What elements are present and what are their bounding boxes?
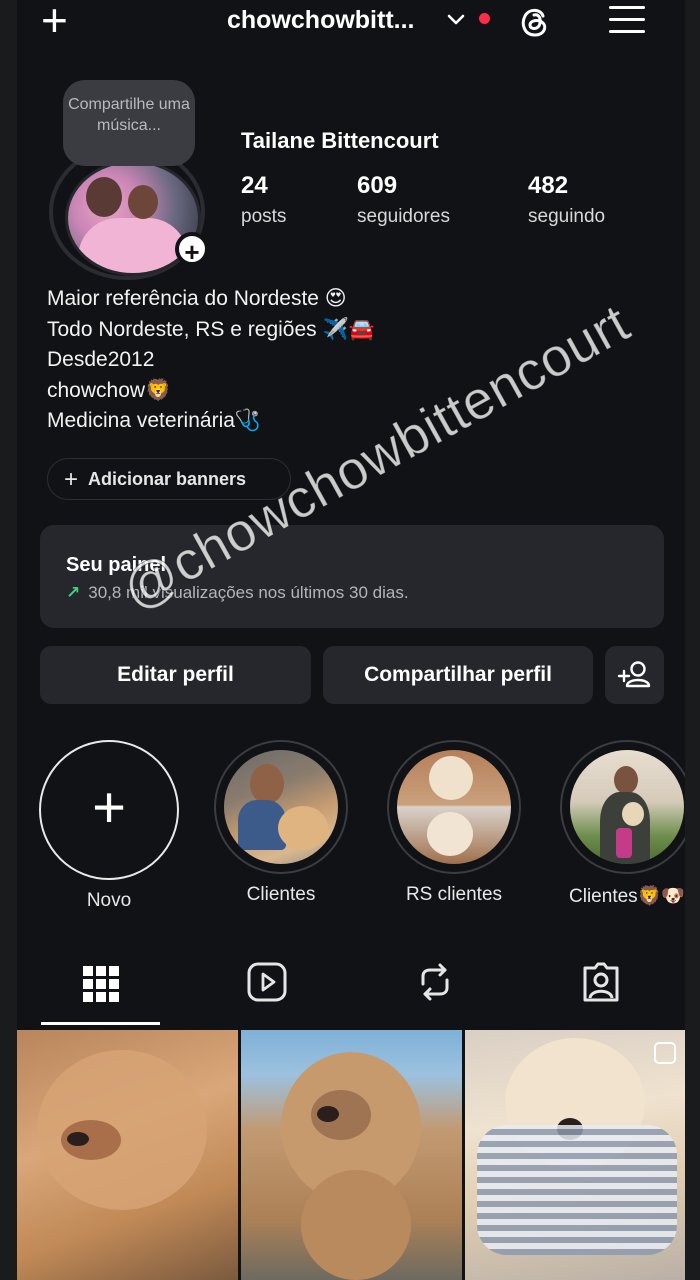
username-switcher[interactable]: chowchowbitt... xyxy=(227,6,415,35)
stat-followers-value: 609 xyxy=(357,172,398,199)
stat-followers-label: seguidores xyxy=(357,206,450,227)
chevron-down-icon[interactable] xyxy=(445,8,467,36)
stat-following-value: 482 xyxy=(528,172,569,199)
bio: Maior referência do Nordeste 😍 Todo Nord… xyxy=(47,284,375,437)
hamburger-menu-icon[interactable] xyxy=(609,6,645,38)
highlight-label: Clientes🦁🐶 xyxy=(569,886,685,907)
bio-line: Maior referência do Nordeste 😍 xyxy=(47,287,347,310)
discover-people-button[interactable] xyxy=(605,646,664,704)
highlight-rs-clientes[interactable]: RS clientes xyxy=(384,740,524,906)
add-story-icon[interactable]: + xyxy=(175,232,209,267)
trend-up-icon: ↗ xyxy=(66,583,81,602)
reels-icon[interactable] xyxy=(247,958,287,1004)
highlight-label: Clientes xyxy=(246,884,316,905)
highlight-clientes[interactable]: Clientes xyxy=(211,740,351,906)
bio-line: chowchow🦁 xyxy=(47,378,172,402)
dashboard-subtitle: ↗ 30,8 mil visualizações nos últimos 30 d… xyxy=(66,583,409,603)
stat-following[interactable]: 482 seguindo xyxy=(528,172,605,228)
bio-line: Medicina veterinária🩺 xyxy=(47,409,262,432)
post-thumbnail[interactable] xyxy=(465,1030,685,1280)
reposts-icon[interactable] xyxy=(415,958,455,1004)
note-bubble[interactable]: Compartilhe uma música... xyxy=(63,80,195,166)
stat-followers[interactable]: 609 seguidores xyxy=(357,172,450,228)
highlight-clientes-2[interactable]: Clientes🦁🐶 xyxy=(557,740,685,908)
carousel-icon xyxy=(654,1042,676,1064)
stat-posts[interactable]: 24 posts xyxy=(241,172,286,228)
grid-icon[interactable] xyxy=(81,958,121,1004)
highlight-label: RS clientes xyxy=(405,884,503,905)
stat-posts-label: posts xyxy=(241,206,287,227)
plus-icon[interactable]: + xyxy=(41,0,68,43)
add-person-icon xyxy=(617,661,651,688)
edit-profile-button[interactable]: Editar perfil xyxy=(40,646,311,704)
device-bezel-right xyxy=(683,0,700,1280)
post-grid xyxy=(17,1030,685,1280)
stat-posts-value: 24 xyxy=(241,172,268,199)
add-banners-label: Adicionar banners xyxy=(88,469,247,489)
stat-following-label: seguindo xyxy=(528,206,606,227)
threads-icon[interactable] xyxy=(515,2,555,42)
bio-line: Desde2012 xyxy=(47,348,155,371)
device-bezel-left xyxy=(0,0,17,1280)
profile-name: Tailane Bittencourt xyxy=(241,128,439,153)
active-tab-indicator xyxy=(41,1022,160,1025)
plus-icon: + xyxy=(92,775,126,840)
bio-line: Todo Nordeste, RS e regiões ✈️🚘 xyxy=(47,317,375,341)
highlight-new[interactable]: + Novo xyxy=(39,740,179,912)
top-bar: + chowchowbitt... xyxy=(17,0,685,50)
profile-tabs xyxy=(17,950,685,1026)
post-thumbnail[interactable] xyxy=(241,1030,462,1280)
share-profile-button[interactable]: Compartilhar perfil xyxy=(323,646,593,704)
tagged-icon[interactable] xyxy=(581,958,621,1004)
profile-screen: + chowchowbitt... + Compartilhe uma músi… xyxy=(17,0,685,1280)
plus-icon: + xyxy=(64,466,79,493)
notification-dot xyxy=(479,13,490,24)
post-thumbnail[interactable] xyxy=(17,1030,238,1280)
highlight-label: Novo xyxy=(86,890,132,911)
